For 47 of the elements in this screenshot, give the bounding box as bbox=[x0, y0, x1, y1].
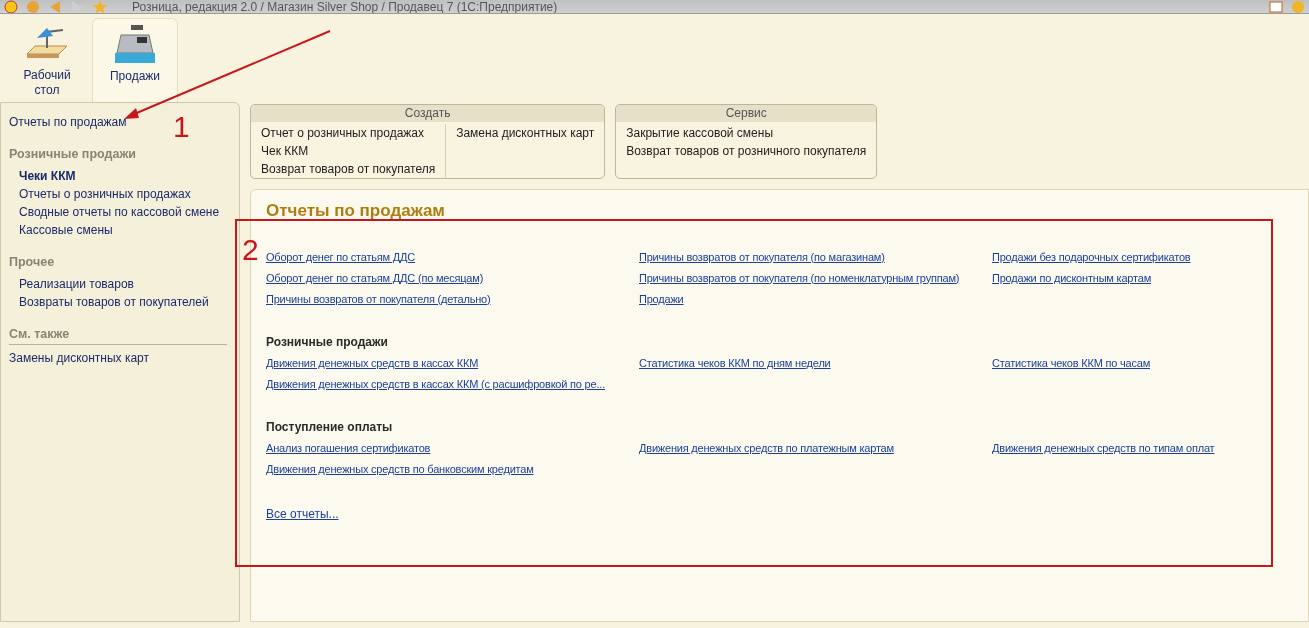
reports-title: Отчеты по продажам bbox=[266, 200, 446, 222]
sidebar-item[interactable]: Сводные отчеты по кассовой смене bbox=[19, 202, 227, 221]
section-tab[interactable]: Продажи bbox=[92, 18, 178, 102]
sidebar-item[interactable]: Реализации товаров bbox=[19, 274, 227, 293]
sidebar-link[interactable]: Отчеты по продажам bbox=[9, 113, 127, 131]
report-link[interactable]: Движения денежных средств по банковским кредитам bbox=[266, 461, 534, 477]
section-tab[interactable]: Рабочий стол bbox=[4, 18, 90, 102]
command-link[interactable]: Закрытие кассовой смены bbox=[626, 124, 867, 142]
group-heading: Поступление оплаты bbox=[266, 419, 394, 435]
command-link[interactable]: Возврат товаров от покупателя bbox=[261, 160, 436, 178]
group-heading: Розничные продажи bbox=[266, 334, 389, 350]
command-link[interactable]: Возврат товаров от розничного покупателя bbox=[626, 142, 867, 160]
annotation-number: 1 bbox=[173, 110, 190, 143]
panel-title: Сервис bbox=[616, 105, 877, 122]
report-link[interactable]: Причины возвратов от покупателя (детально) bbox=[266, 291, 491, 307]
command-link[interactable]: Чек ККМ bbox=[261, 142, 436, 160]
window-title: Розница, редакция 2.0 / Магазин Silver Shop / Продавец 7 (1С:Предприятие) bbox=[132, 0, 558, 13]
panel-title: Создать bbox=[251, 105, 605, 122]
group-heading: Прочее bbox=[9, 253, 56, 271]
report-link[interactable]: Анализ погашения сертификатов bbox=[266, 440, 431, 456]
sidebar-item[interactable]: Чеки ККМ bbox=[19, 166, 227, 185]
report-link[interactable]: Продажи без подарочных сертификатов bbox=[992, 249, 1191, 265]
sidebar-item[interactable]: Замены дисконтных карт bbox=[9, 349, 227, 368]
all-reports-link[interactable]: Все отчеты... bbox=[266, 504, 339, 523]
sidebar-item[interactable]: Возвраты товаров от покупателей bbox=[19, 292, 227, 311]
report-link[interactable]: Оборот денег по статьям ДДС bbox=[266, 249, 416, 265]
app-logo-icon[interactable] bbox=[4, 0, 18, 13]
report-link[interactable]: Статистика чеков ККМ по дням недели bbox=[639, 355, 831, 371]
sidebar-item[interactable]: Кассовые смены bbox=[19, 220, 227, 239]
back-arrow-icon[interactable] bbox=[48, 0, 62, 13]
report-link[interactable]: Причины возвратов от покупателя (по номенклатурным группам) bbox=[639, 270, 960, 286]
report-link[interactable]: Причины возвратов от покупателя (по магазинам) bbox=[639, 249, 885, 265]
report-link[interactable]: Движения денежных средств по платежным картам bbox=[639, 440, 894, 456]
report-link[interactable]: Статистика чеков ККМ по часам bbox=[992, 355, 1151, 371]
report-link[interactable]: Движения денежных средств в кассах ККМ (с расшифровкой по ре... bbox=[266, 376, 606, 392]
annotation-number: 2 bbox=[242, 233, 259, 266]
report-link[interactable]: Оборот денег по статьям ДДС (по месяцам) bbox=[266, 270, 484, 286]
report-link[interactable]: Движения денежных средств по типам оплат bbox=[992, 440, 1215, 456]
star-icon[interactable] bbox=[92, 0, 108, 13]
command-link[interactable]: Отчет о розничных продажах bbox=[261, 124, 436, 142]
report-link[interactable]: Движения денежных средств в кассах ККМ bbox=[266, 355, 479, 371]
sidebar-item[interactable]: Отчеты о розничных продажах bbox=[19, 184, 227, 203]
report-link[interactable]: Продажи по дисконтным картам bbox=[992, 270, 1151, 286]
group-heading: Розничные продажи bbox=[9, 146, 137, 163]
command-link[interactable]: Замена дисконтных карт bbox=[456, 124, 595, 142]
report-link[interactable]: Продажи bbox=[639, 291, 684, 307]
group-heading: См. также bbox=[9, 324, 227, 346]
